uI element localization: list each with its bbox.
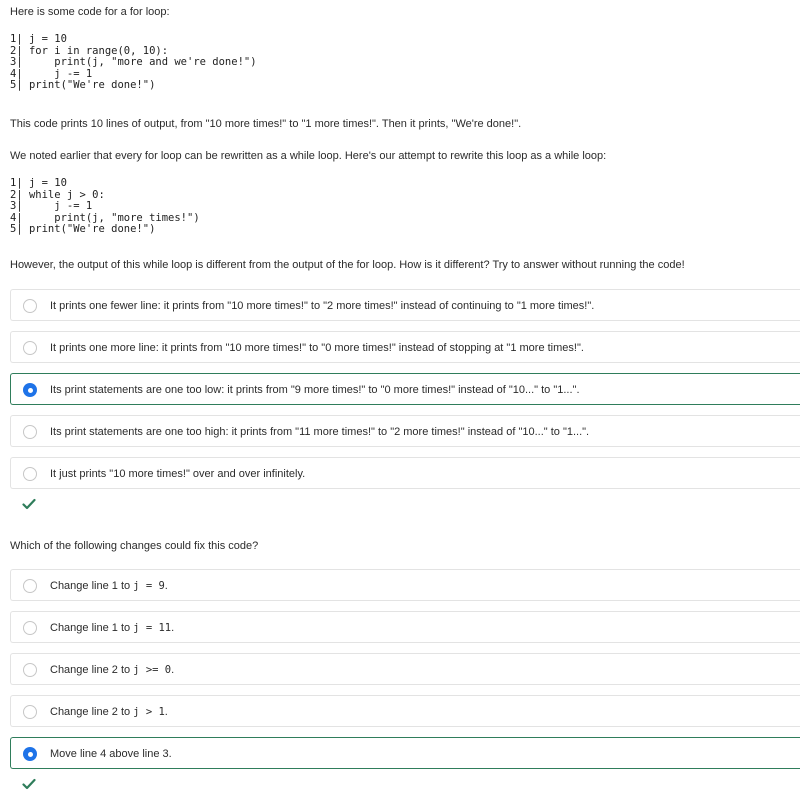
radio-button[interactable]	[23, 425, 37, 439]
option-label: Its print statements are one too low: it…	[50, 384, 580, 396]
option-label: Move line 4 above line 3.	[50, 747, 172, 761]
option-label: Change line 2 to j >= 0.	[50, 663, 174, 677]
radio-button[interactable]	[23, 621, 37, 635]
q1-option-1[interactable]: It prints one fewer line: it prints from…	[10, 289, 800, 321]
code-line: 5| print("We're done!")	[10, 223, 156, 235]
rewrite-text: We noted earlier that every for loop can…	[10, 150, 607, 162]
radio-button[interactable]	[23, 663, 37, 677]
code-line: 3| print(j, "more and we're done!")	[10, 56, 257, 68]
option-label: Change line 2 to j > 1.	[50, 705, 168, 719]
option-prefix: Change line 2 to	[50, 706, 134, 718]
option-label: It prints one more line: it prints from …	[50, 342, 584, 354]
option-label: It prints one fewer line: it prints from…	[50, 300, 595, 312]
q2-option-5[interactable]: Move line 4 above line 3.	[10, 737, 800, 769]
option-prefix: Change line 2 to	[50, 664, 134, 676]
option-prefix: Change line 1 to	[50, 580, 134, 592]
option-code: j = 9	[133, 580, 165, 592]
while-loop-code-block: 1| j = 10 2| while j > 0: 3| j -= 1 4| prin…	[10, 177, 200, 236]
question-2-text: Which of the following changes could fix…	[10, 540, 259, 552]
q2-option-4[interactable]: Change line 2 to j > 1.	[10, 695, 800, 727]
checkmark-icon	[22, 778, 36, 790]
radio-button[interactable]	[23, 579, 37, 593]
option-code: j > 1	[133, 706, 165, 718]
option-code: j = 11	[133, 622, 172, 634]
option-suffix: .	[164, 580, 168, 592]
checkmark-icon	[22, 498, 36, 510]
radio-button[interactable]	[23, 341, 37, 355]
q2-option-1[interactable]: Change line 1 to j = 9.	[10, 569, 800, 601]
q2-option-3[interactable]: Change line 2 to j >= 0.	[10, 653, 800, 685]
explanation-text: This code prints 10 lines of output, fro…	[10, 118, 522, 130]
radio-button[interactable]	[23, 467, 37, 481]
option-prefix: Move line 4 above line 3.	[50, 748, 172, 760]
code-line: 3| j -= 1	[10, 200, 93, 212]
q2-option-2[interactable]: Change line 1 to j = 11.	[10, 611, 800, 643]
option-label: It just prints "10 more times!" over and…	[50, 468, 306, 480]
option-prefix: Change line 1 to	[50, 622, 134, 634]
option-suffix: .	[171, 664, 175, 676]
option-label: Change line 1 to j = 11.	[50, 621, 174, 635]
intro-text: Here is some code for a for loop:	[10, 6, 170, 18]
radio-button[interactable]	[23, 299, 37, 313]
option-label: Its print statements are one too high: i…	[50, 426, 590, 438]
question-1-text: However, the output of this while loop i…	[10, 259, 685, 271]
q1-option-3[interactable]: Its print statements are one too low: it…	[10, 373, 800, 405]
option-suffix: .	[171, 622, 175, 634]
q1-option-2[interactable]: It prints one more line: it prints from …	[10, 331, 800, 363]
q1-option-4[interactable]: Its print statements are one too high: i…	[10, 415, 800, 447]
option-label: Change line 1 to j = 9.	[50, 579, 168, 593]
code-line: 1| j = 10	[10, 33, 67, 45]
option-code: j >= 0	[133, 664, 172, 676]
radio-button[interactable]	[23, 705, 37, 719]
radio-button-selected[interactable]	[23, 747, 37, 761]
code-line: 1| j = 10	[10, 177, 67, 189]
code-line: 5| print("We're done!")	[10, 79, 156, 91]
q1-option-5[interactable]: It just prints "10 more times!" over and…	[10, 457, 800, 489]
radio-button-selected[interactable]	[23, 383, 37, 397]
option-suffix: .	[164, 706, 168, 718]
for-loop-code-block: 1| j = 10 2| for i in range(0, 10): 3| pri…	[10, 33, 257, 92]
